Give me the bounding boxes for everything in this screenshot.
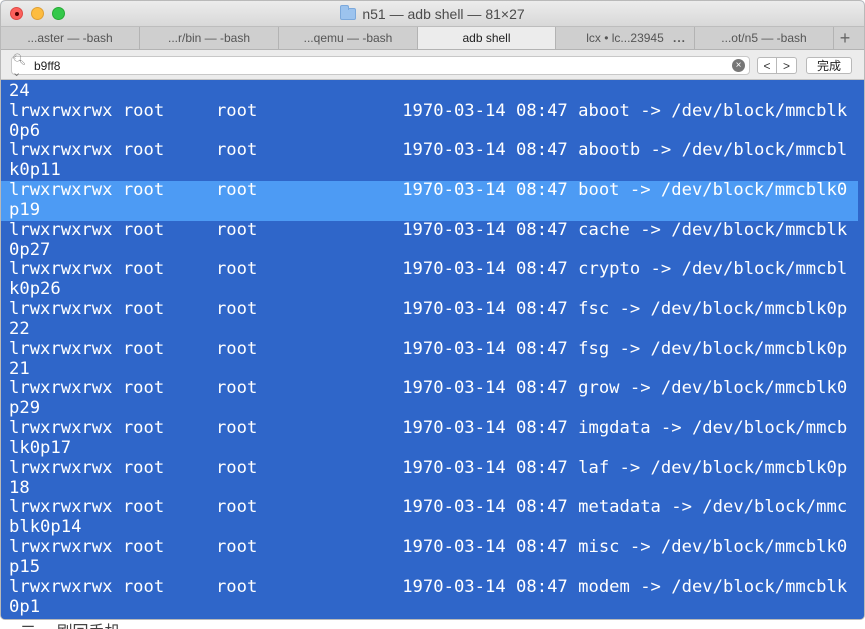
terminal-line: 0p6 [9,120,41,141]
terminal-line-highlighted: lrwxrwxrwx root root 1970-03-14 08:47 bo… [1,180,858,201]
find-previous-button[interactable]: < [757,57,777,74]
terminal-line: lrwxrwxrwx root root 1970-03-14 08:47 fs… [9,338,848,359]
window-controls [10,7,65,20]
terminal-line: lrwxrwxrwx root root 1970-03-14 08:47 la… [9,457,848,478]
clear-search-icon[interactable]: × [732,59,745,72]
tab-adb-shell[interactable]: adb shell [418,27,556,49]
terminal-line: lrwxrwxrwx root root 1970-03-14 08:47 cr… [9,259,848,280]
terminal-line: lrwxrwxrwx root root 1970-03-14 08:47 im… [9,418,848,439]
terminal-line: lrwxrwxrwx root root 1970-03-14 08:47 ab… [9,140,848,161]
terminal-line: 21 [9,358,30,379]
title-bar[interactable]: n51 — adb shell — 81×27 [1,1,864,26]
terminal-line: p29 [9,398,41,419]
new-tab-button[interactable]: + [834,27,856,49]
terminal-output[interactable]: 24 lrwxrwxrwx root root 1970-03-14 08:47… [1,80,864,619]
search-input[interactable] [34,58,732,73]
tab-label: ...ot/n5 — -bash [721,31,807,45]
find-done-button[interactable]: 完成 [806,57,852,74]
minimize-window-icon[interactable] [31,7,44,20]
tab-otn5-bash[interactable]: ...ot/n5 — -bash [695,27,834,49]
tab-label: ...aster — -bash [27,31,113,45]
close-window-icon[interactable] [10,7,23,20]
tab-label: ...r/bin — -bash [167,31,251,45]
tab-label: adb shell [462,31,511,45]
terminal-line: 0p1 [9,596,41,617]
tab-lcx[interactable]: lcx • lc...23945... [556,27,695,49]
terminal-line-highlighted: p19 [1,200,858,221]
terminal-line: lrwxrwxrwx root root 1970-03-14 08:47 me… [9,497,848,518]
tab-label: lcx • lc...23945 [586,31,664,45]
search-field[interactable]: 🔍︎⌄ × [11,54,750,79]
window-title: n51 — adb shell — 81×27 [340,4,525,22]
find-navigation: < > [757,57,797,74]
tab-qemu-bash[interactable]: ...qemu — -bash [279,27,418,49]
terminal-line: p15 [9,556,41,577]
terminal-line: lk0p17 [9,437,72,458]
terminal-window: n51 — adb shell — 81×27 ...aster — -bash… [0,0,865,620]
tab-rbin-bash[interactable]: ...r/bin — -bash [140,27,279,49]
terminal-line: lrwxrwxrwx root root 1970-03-14 08:47 ca… [9,219,848,240]
terminal-line: lrwxrwxrwx root root 1970-03-14 08:47 gr… [9,378,848,399]
folder-icon [340,4,357,20]
terminal-line: blk0p14 [9,517,82,538]
background-document-text: 二、 刷回手机 [20,618,120,629]
terminal-line: 0p27 [9,239,51,260]
zoom-window-icon[interactable] [52,7,65,20]
terminal-line: 18 [9,477,30,498]
terminal-line: 22 [9,318,30,339]
terminal-line: lrwxrwxrwx root root 1970-03-14 08:47 fs… [9,299,848,320]
terminal-line: 24 [9,81,30,101]
terminal-line: lrwxrwxrwx root root 1970-03-14 08:47 mo… [9,576,848,597]
terminal-line: lrwxrwxrwx root root 1970-03-14 08:47 mi… [9,537,848,558]
search-icon[interactable]: 🔍︎⌄ [12,53,34,79]
find-bar: 🔍︎⌄ × < > 完成 [1,50,864,80]
find-next-button[interactable]: > [777,57,797,74]
tab-more-icon: ... [672,31,686,45]
tab-bar: ...aster — -bash ...r/bin — -bash ...qem… [1,26,864,50]
window-title-text: n51 — adb shell — 81×27 [362,5,525,22]
terminal-line: k0p26 [9,279,61,300]
terminal-line: k0p11 [9,160,61,181]
tab-aster-bash[interactable]: ...aster — -bash [1,27,140,49]
terminal-line: lrwxrwxrwx root root 1970-03-14 08:47 ab… [9,100,848,121]
tab-label: ...qemu — -bash [303,31,393,45]
